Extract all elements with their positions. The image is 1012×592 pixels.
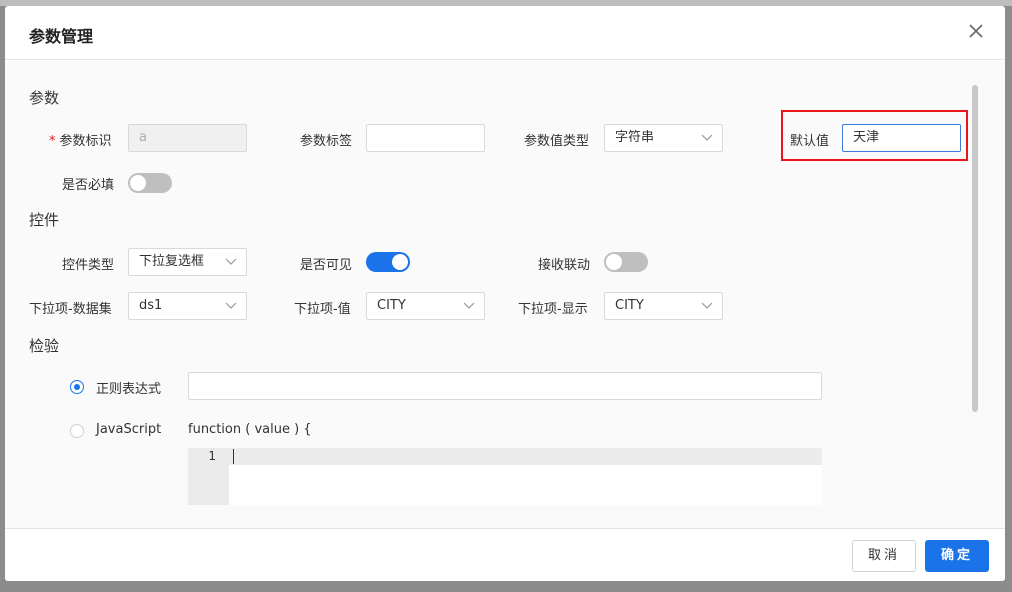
- regex-radio[interactable]: [70, 380, 84, 394]
- section-title-control: 控件: [29, 211, 60, 229]
- control-type-select[interactable]: 下拉复选框: [128, 248, 247, 276]
- required-toggle[interactable]: [128, 173, 172, 193]
- chevron-down-icon: [225, 258, 237, 265]
- dropdown-dataset-label: 下拉项-数据集: [29, 302, 112, 317]
- default-value-highlight-box: [781, 110, 968, 161]
- chevron-down-icon: [701, 302, 713, 309]
- ok-button[interactable]: 确定: [925, 540, 989, 572]
- javascript-label: JavaScript: [96, 422, 162, 437]
- code-gutter: 1: [188, 448, 229, 505]
- regex-input[interactable]: [188, 372, 822, 400]
- dropdown-dataset-value: ds1: [139, 298, 163, 313]
- visible-label: 是否可见: [300, 258, 353, 273]
- cancel-button[interactable]: 取消: [852, 540, 916, 572]
- vertical-scrollbar[interactable]: [972, 85, 978, 412]
- param-id-input: a: [128, 124, 247, 152]
- value-type-value: 字符串: [615, 130, 655, 145]
- text-cursor: [233, 449, 234, 464]
- dropdown-value-select[interactable]: CITY: [366, 292, 485, 320]
- toggle-knob: [606, 254, 622, 270]
- dropdown-display-value: CITY: [615, 298, 644, 313]
- section-title-validation: 检验: [29, 337, 60, 355]
- active-line: [229, 448, 822, 465]
- param-label-input[interactable]: [366, 124, 485, 152]
- dropdown-display-label: 下拉项-显示: [518, 302, 588, 317]
- control-type-value: 下拉复选框: [139, 254, 205, 269]
- toggle-knob: [392, 254, 408, 270]
- chevron-down-icon: [463, 302, 475, 309]
- toggle-knob: [130, 175, 146, 191]
- regex-label: 正则表达式: [96, 382, 162, 397]
- function-signature: function ( value ) {: [188, 422, 312, 437]
- value-type-select[interactable]: 字符串: [604, 124, 723, 152]
- javascript-radio[interactable]: [70, 424, 84, 438]
- dropdown-display-select[interactable]: CITY: [604, 292, 723, 320]
- param-label-label: 参数标签: [300, 134, 353, 149]
- dropdown-value-label: 下拉项-值: [294, 302, 351, 317]
- dropdown-value-value: CITY: [377, 298, 406, 313]
- close-icon[interactable]: [965, 20, 987, 42]
- chevron-down-icon: [225, 302, 237, 309]
- dialog-body: 参数 * 参数标识 a 参数标签 参数值类型 字符串 默认值 天津 是否必填 控件…: [5, 61, 1005, 528]
- line-number: 1: [208, 449, 216, 463]
- chevron-down-icon: [701, 134, 713, 141]
- required-toggle-label: 是否必填: [62, 178, 115, 193]
- dialog-header: 参数管理: [5, 6, 1005, 60]
- param-management-dialog: 参数管理 参数 * 参数标识 a 参数标签 参数值类型 字符串 默认值 天津 是否…: [5, 6, 1005, 581]
- param-id-label: * 参数标识: [49, 130, 112, 149]
- receive-link-label: 接收联动: [538, 258, 591, 273]
- receive-link-toggle[interactable]: [604, 252, 648, 272]
- visible-toggle[interactable]: [366, 252, 410, 272]
- dialog-footer: 取消 确定: [5, 528, 1005, 581]
- value-type-label: 参数值类型: [524, 134, 590, 149]
- dropdown-dataset-select[interactable]: ds1: [128, 292, 247, 320]
- param-id-label-text: 参数标识: [59, 134, 112, 149]
- dialog-title: 参数管理: [29, 27, 94, 46]
- code-editor[interactable]: 1: [188, 448, 822, 505]
- control-type-label: 控件类型: [62, 258, 115, 273]
- section-title-param: 参数: [29, 89, 60, 107]
- required-mark: *: [49, 134, 56, 149]
